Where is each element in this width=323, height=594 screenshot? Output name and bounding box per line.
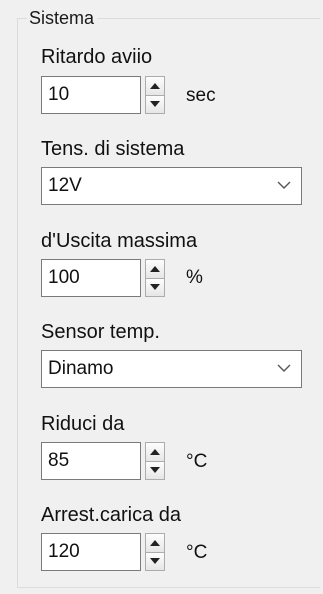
max-output-unit: % bbox=[186, 267, 203, 288]
arrow-up-icon bbox=[150, 539, 160, 546]
system-voltage-value: 12V bbox=[48, 175, 82, 196]
max-output-spinner[interactable] bbox=[145, 259, 165, 297]
stop-charge-spinner[interactable] bbox=[145, 533, 165, 571]
group-title: Sistema bbox=[27, 8, 98, 28]
reduce-from-input[interactable]: 85 bbox=[41, 442, 141, 480]
temp-sensor-value: Dinamo bbox=[48, 358, 114, 379]
reduce-from-label: Riduci da bbox=[41, 413, 125, 435]
stop-charge-spin-down-button[interactable] bbox=[146, 551, 164, 570]
max-output-label: d'Uscita massima bbox=[41, 230, 198, 252]
arrow-up-icon bbox=[150, 448, 160, 455]
arrow-down-icon bbox=[150, 101, 160, 108]
arrow-down-icon bbox=[150, 467, 160, 474]
reduce-from-spin-down-button[interactable] bbox=[146, 460, 164, 479]
delay-spin-down-button[interactable] bbox=[146, 94, 164, 113]
reduce-from-spinner[interactable] bbox=[145, 442, 165, 480]
stop-charge-unit: °C bbox=[186, 542, 208, 563]
system-voltage-label: Tens. di sistema bbox=[41, 138, 185, 160]
max-output-spin-up-button[interactable] bbox=[146, 260, 164, 278]
temp-sensor-label: Sensor temp. bbox=[41, 321, 160, 343]
delay-label: Ritardo aviio bbox=[41, 46, 153, 68]
delay-spin-up-button[interactable] bbox=[146, 77, 164, 95]
max-output-spin-down-button[interactable] bbox=[146, 277, 164, 296]
reduce-from-spin-up-button[interactable] bbox=[146, 443, 164, 461]
arrow-up-icon bbox=[150, 265, 160, 272]
chevron-down-icon bbox=[277, 181, 291, 189]
stop-charge-spin-up-button[interactable] bbox=[146, 534, 164, 552]
delay-input[interactable]: 10 bbox=[41, 76, 141, 114]
delay-spinner[interactable] bbox=[145, 76, 165, 114]
delay-unit: sec bbox=[186, 85, 216, 106]
reduce-from-unit: °C bbox=[186, 451, 208, 472]
arrow-down-icon bbox=[150, 558, 160, 565]
arrow-down-icon bbox=[150, 284, 160, 291]
arrow-up-icon bbox=[150, 82, 160, 89]
system-voltage-select[interactable]: 12V bbox=[41, 167, 302, 205]
stop-charge-label: Arrest.carica da bbox=[41, 504, 182, 526]
stop-charge-input[interactable]: 120 bbox=[41, 533, 141, 571]
temp-sensor-select[interactable]: Dinamo bbox=[41, 350, 302, 388]
chevron-down-icon bbox=[277, 364, 291, 372]
max-output-input[interactable]: 100 bbox=[41, 259, 141, 297]
